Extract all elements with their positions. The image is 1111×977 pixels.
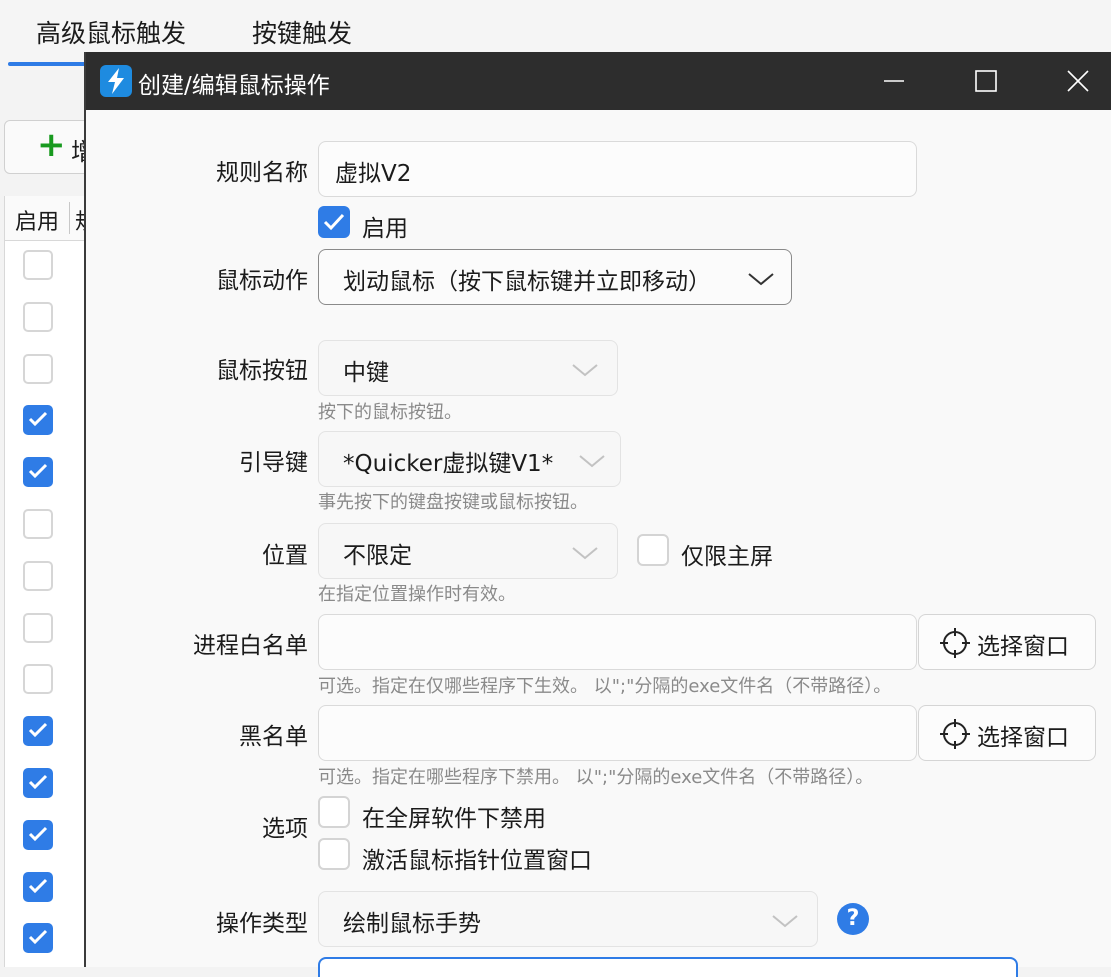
chevron-down-icon <box>572 547 598 560</box>
operation-type-label: 操作类型 <box>216 911 308 937</box>
chevron-down-icon <box>772 915 798 928</box>
chevron-down-icon <box>572 364 598 377</box>
whitelist-select-window-button[interactable]: 选择窗口 <box>918 614 1096 670</box>
blacklist-select-window-button[interactable]: 选择窗口 <box>918 705 1096 761</box>
row-enabled-checkbox[interactable] <box>23 820 53 850</box>
mouse-button-label: 鼠标按钮 <box>216 358 308 384</box>
lead-key-hint: 事先按下的键盘按键或鼠标按钮。 <box>318 492 588 513</box>
gesture-editor-field[interactable] <box>318 957 1018 977</box>
mouse-action-value: 划动鼠标（按下鼠标键并立即移动） <box>343 269 711 295</box>
enabled-label: 启用 <box>362 216 408 242</box>
row-enabled-checkbox[interactable] <box>23 716 53 746</box>
table-header: 启用 规 <box>5 196 97 241</box>
lead-key-dropdown[interactable]: *Quicker虚拟键V1* <box>318 431 621 487</box>
maximize-button[interactable] <box>948 52 1022 110</box>
crosshair-icon <box>940 719 970 749</box>
checkmark-icon <box>323 213 345 231</box>
checkmark-icon <box>28 463 48 479</box>
minimize-button[interactable] <box>856 52 930 110</box>
row-enabled-checkbox[interactable] <box>23 354 53 384</box>
mouse-action-dropdown[interactable]: 划动鼠标（按下鼠标键并立即移动） <box>318 249 792 305</box>
chevron-down-icon <box>748 273 774 286</box>
row-enabled-checkbox[interactable] <box>23 457 53 487</box>
mouse-action-label: 鼠标动作 <box>216 268 308 294</box>
row-enabled-checkbox[interactable] <box>23 613 53 643</box>
edit-mouse-action-dialog: 创建/编辑鼠标操作 规则名称 虚拟V2 启用 鼠标动作 划动鼠标（按下鼠标键并立… <box>84 52 1111 977</box>
checkmark-icon <box>28 774 48 790</box>
checkmark-icon <box>28 929 48 945</box>
help-icon[interactable]: ? <box>837 903 869 935</box>
row-enabled-checkbox[interactable] <box>23 561 53 591</box>
option-fullscreen-checkbox[interactable] <box>318 796 350 828</box>
chevron-down-icon <box>579 455 605 468</box>
maximize-icon <box>975 70 997 92</box>
option-fullscreen-label: 在全屏软件下禁用 <box>362 806 546 832</box>
minimize-icon <box>884 80 904 82</box>
operation-type-dropdown[interactable]: 绘制鼠标手势 <box>318 891 818 947</box>
blacklist-input[interactable] <box>318 705 917 761</box>
row-enabled-checkbox[interactable] <box>23 664 53 694</box>
position-label: 位置 <box>262 543 308 569</box>
row-enabled-checkbox[interactable] <box>23 250 53 280</box>
dialog-titlebar[interactable]: 创建/编辑鼠标操作 <box>86 52 1111 110</box>
active-tab-indicator <box>8 62 86 66</box>
column-divider[interactable] <box>69 202 70 234</box>
mouse-button-hint: 按下的鼠标按钮。 <box>318 402 462 423</box>
lead-key-value: *Quicker虚拟键V1* <box>343 451 554 477</box>
checkmark-icon <box>28 411 48 427</box>
position-hint: 在指定位置操作时有效。 <box>318 584 516 605</box>
whitelist-input[interactable] <box>318 614 917 670</box>
close-icon <box>1067 70 1089 92</box>
rule-name-input[interactable]: 虚拟V2 <box>318 141 917 197</box>
dialog-title: 创建/编辑鼠标操作 <box>138 73 330 99</box>
enabled-checkbox[interactable] <box>318 206 350 238</box>
tab-key-trigger[interactable]: 按键触发 <box>252 14 352 50</box>
row-enabled-checkbox[interactable] <box>23 405 53 435</box>
option-activate-window-label: 激活鼠标指针位置窗口 <box>362 848 592 874</box>
mouse-button-value: 中键 <box>343 360 389 386</box>
row-enabled-checkbox[interactable] <box>23 302 53 332</box>
blacklist-label: 黑名单 <box>239 724 308 750</box>
tab-advanced-mouse-trigger[interactable]: 高级鼠标触发 <box>36 14 186 50</box>
checkmark-icon <box>28 722 48 738</box>
options-label: 选项 <box>262 816 308 842</box>
blacklist-hint: 可选。指定在哪些程序下禁用。 以";"分隔的exe文件名（不带路径）。 <box>318 767 874 788</box>
whitelist-label: 进程白名单 <box>193 633 308 659</box>
column-header-enabled[interactable]: 启用 <box>15 204 59 236</box>
row-enabled-checkbox[interactable] <box>23 768 53 798</box>
rules-table: 启用 规 <box>4 196 97 967</box>
primary-screen-label: 仅限主屏 <box>681 544 773 570</box>
option-activate-window-checkbox[interactable] <box>318 838 350 870</box>
lead-key-label: 引导键 <box>239 450 308 476</box>
rule-name-label: 规则名称 <box>216 160 308 186</box>
rule-name-value: 虚拟V2 <box>335 161 412 187</box>
primary-screen-checkbox[interactable] <box>637 534 669 566</box>
row-enabled-checkbox[interactable] <box>23 923 53 953</box>
whitelist-hint: 可选。指定在仅哪些程序下生效。 以";"分隔的exe文件名（不带路径）。 <box>318 676 892 697</box>
close-button[interactable] <box>1040 52 1111 110</box>
quicker-logo-icon <box>100 65 132 97</box>
checkmark-icon <box>28 878 48 894</box>
row-enabled-checkbox[interactable] <box>23 509 53 539</box>
row-enabled-checkbox[interactable] <box>23 872 53 902</box>
position-value: 不限定 <box>343 543 412 569</box>
plus-icon: + <box>37 125 66 165</box>
crosshair-icon <box>940 628 970 658</box>
position-dropdown[interactable]: 不限定 <box>318 523 618 579</box>
operation-type-value: 绘制鼠标手势 <box>343 911 481 937</box>
select-window-label: 选择窗口 <box>977 634 1069 660</box>
checkmark-icon <box>28 826 48 842</box>
select-window-label: 选择窗口 <box>977 725 1069 751</box>
mouse-button-dropdown[interactable]: 中键 <box>318 340 618 396</box>
